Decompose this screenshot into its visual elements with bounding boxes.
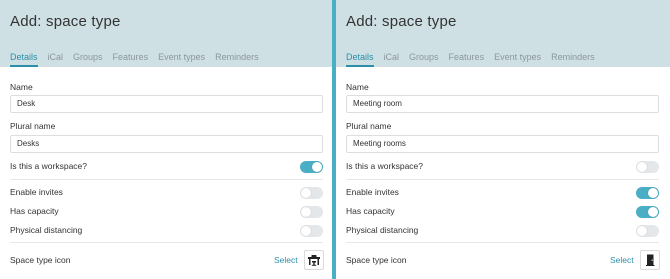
tab-details[interactable]: Details [346, 51, 374, 67]
select-icon-link[interactable]: Select [610, 255, 634, 265]
door-icon [646, 254, 655, 266]
enable-invites-toggle[interactable] [300, 187, 323, 199]
tab-ical[interactable]: iCal [48, 51, 64, 67]
tab-event-types[interactable]: Event types [494, 51, 541, 67]
tab-bar: Details iCal Groups Features Event types… [10, 51, 269, 67]
tab-ical[interactable]: iCal [384, 51, 400, 67]
panel-header: Add: space type Details iCal Groups Feat… [0, 0, 332, 67]
has-capacity-toggle[interactable] [300, 206, 323, 218]
plural-name-input[interactable]: Meeting rooms [346, 135, 659, 153]
toggle-knob [301, 207, 311, 217]
toggle-knob [637, 162, 647, 172]
tab-groups[interactable]: Groups [409, 51, 439, 67]
right-panel: Add: space type Details iCal Groups Feat… [336, 0, 670, 279]
tab-details[interactable]: Details [10, 51, 38, 67]
divider [10, 179, 323, 180]
tab-bar: Details iCal Groups Features Event types… [346, 51, 605, 67]
plural-name-label: Plural name [10, 121, 56, 131]
name-input[interactable]: Desk [10, 95, 323, 113]
divider [346, 242, 659, 243]
tab-reminders[interactable]: Reminders [551, 51, 595, 67]
enable-invites-label: Enable invites [10, 187, 63, 197]
icon-preview[interactable] [304, 250, 324, 270]
name-label: Name [346, 82, 369, 92]
tab-event-types[interactable]: Event types [158, 51, 205, 67]
toggle-knob [312, 162, 322, 172]
workspace-label: Is this a workspace? [346, 161, 424, 171]
physical-distancing-label: Physical distancing [10, 225, 83, 235]
left-panel: Add: space type Details iCal Groups Feat… [0, 0, 332, 279]
tab-features[interactable]: Features [449, 51, 485, 67]
panel-header: Add: space type Details iCal Groups Feat… [336, 0, 670, 67]
page-title: Add: space type [10, 13, 121, 30]
name-input[interactable]: Meeting room [346, 95, 659, 113]
plural-name-label: Plural name [346, 121, 392, 131]
workspace-toggle[interactable] [636, 161, 659, 173]
enable-invites-label: Enable invites [346, 187, 399, 197]
has-capacity-label: Has capacity [10, 206, 59, 216]
page-title: Add: space type [346, 13, 457, 30]
tab-reminders[interactable]: Reminders [215, 51, 259, 67]
tab-groups[interactable]: Groups [73, 51, 103, 67]
space-type-icon-label: Space type icon [346, 255, 407, 265]
toggle-knob [648, 207, 658, 217]
toggle-knob [301, 188, 311, 198]
name-label: Name [10, 82, 33, 92]
physical-distancing-label: Physical distancing [346, 225, 419, 235]
divider [10, 242, 323, 243]
physical-distancing-toggle[interactable] [300, 225, 323, 237]
has-capacity-toggle[interactable] [636, 206, 659, 218]
select-icon-link[interactable]: Select [274, 255, 298, 265]
toggle-knob [648, 188, 658, 198]
toggle-knob [301, 226, 311, 236]
icon-preview[interactable] [640, 250, 660, 270]
tab-features[interactable]: Features [113, 51, 149, 67]
physical-distancing-toggle[interactable] [636, 225, 659, 237]
toggle-knob [637, 226, 647, 236]
desk-chair-icon [308, 255, 320, 266]
plural-name-input[interactable]: Desks [10, 135, 323, 153]
workspace-toggle[interactable] [300, 161, 323, 173]
space-type-icon-label: Space type icon [10, 255, 71, 265]
divider [346, 179, 659, 180]
enable-invites-toggle[interactable] [636, 187, 659, 199]
workspace-label: Is this a workspace? [10, 161, 88, 171]
has-capacity-label: Has capacity [346, 206, 395, 216]
